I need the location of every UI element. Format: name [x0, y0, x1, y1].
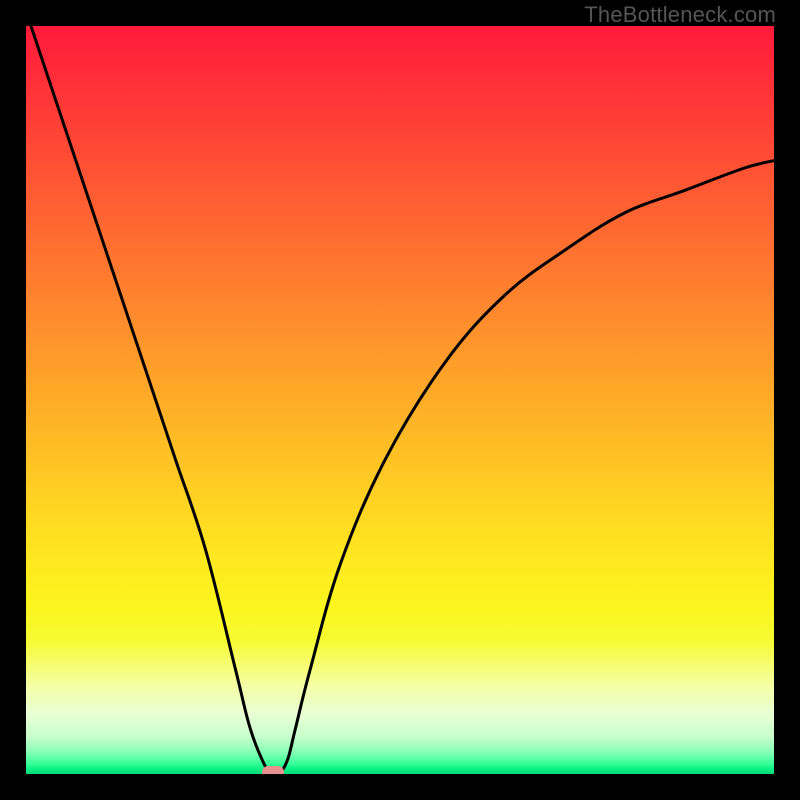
plot-area [26, 26, 774, 774]
watermark-text: TheBottleneck.com [584, 2, 776, 28]
curve-svg [26, 26, 774, 774]
optimum-marker [262, 766, 284, 774]
bottleneck-curve [26, 26, 774, 774]
